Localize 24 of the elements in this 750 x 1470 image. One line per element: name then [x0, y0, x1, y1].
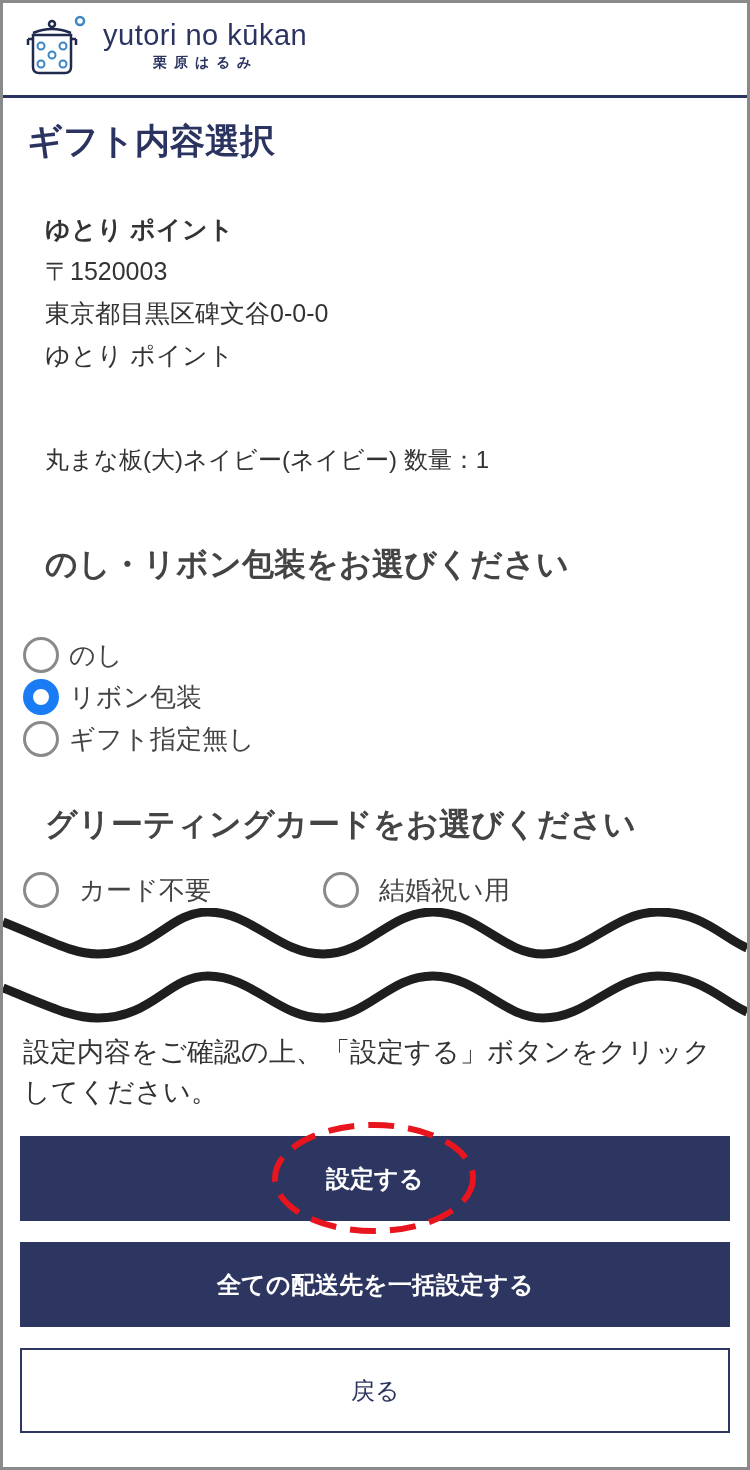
instruction-text: 設定内容をご確認の上、「設定する」ボタンをクリックしてください。: [22, 1036, 712, 1109]
radio-button[interactable]: [23, 679, 59, 715]
back-button[interactable]: 戻る: [20, 1348, 730, 1433]
logo-subtitle: 栗原はるみ: [152, 53, 258, 71]
section-heading: のし・リボン包装をお選びください: [44, 545, 570, 584]
radio-button[interactable]: [323, 872, 359, 908]
street-address: 東京都目黒区碑文谷0-0-0: [45, 298, 330, 329]
logo-text: yutori no kūkan: [103, 18, 308, 53]
postal-code: 〒1520003: [45, 256, 169, 287]
primary-button[interactable]: 設定する: [20, 1136, 730, 1221]
primary-button[interactable]: 全ての配送先を一括設定する: [20, 1242, 730, 1327]
radio-button[interactable]: [23, 872, 59, 908]
option-label[interactable]: リボン包装: [69, 677, 202, 717]
radio-button[interactable]: [23, 637, 59, 673]
section-heading: グリーティングカードをお選びください: [44, 805, 637, 844]
radio-button[interactable]: [23, 721, 59, 757]
option-label[interactable]: 結婚祝い用: [379, 872, 510, 908]
item-line: 丸まな板(大)ネイビー(ネイビー) 数量：1: [45, 446, 489, 473]
option-label[interactable]: カード不要: [79, 872, 211, 908]
recipient-name: ゆとり ポイント: [45, 214, 235, 245]
recipient-name: ゆとり ポイント: [45, 340, 235, 371]
option-label[interactable]: ギフト指定無し: [69, 719, 255, 759]
page-title: ギフト内容選択: [26, 120, 276, 162]
option-label[interactable]: のし: [69, 635, 123, 675]
